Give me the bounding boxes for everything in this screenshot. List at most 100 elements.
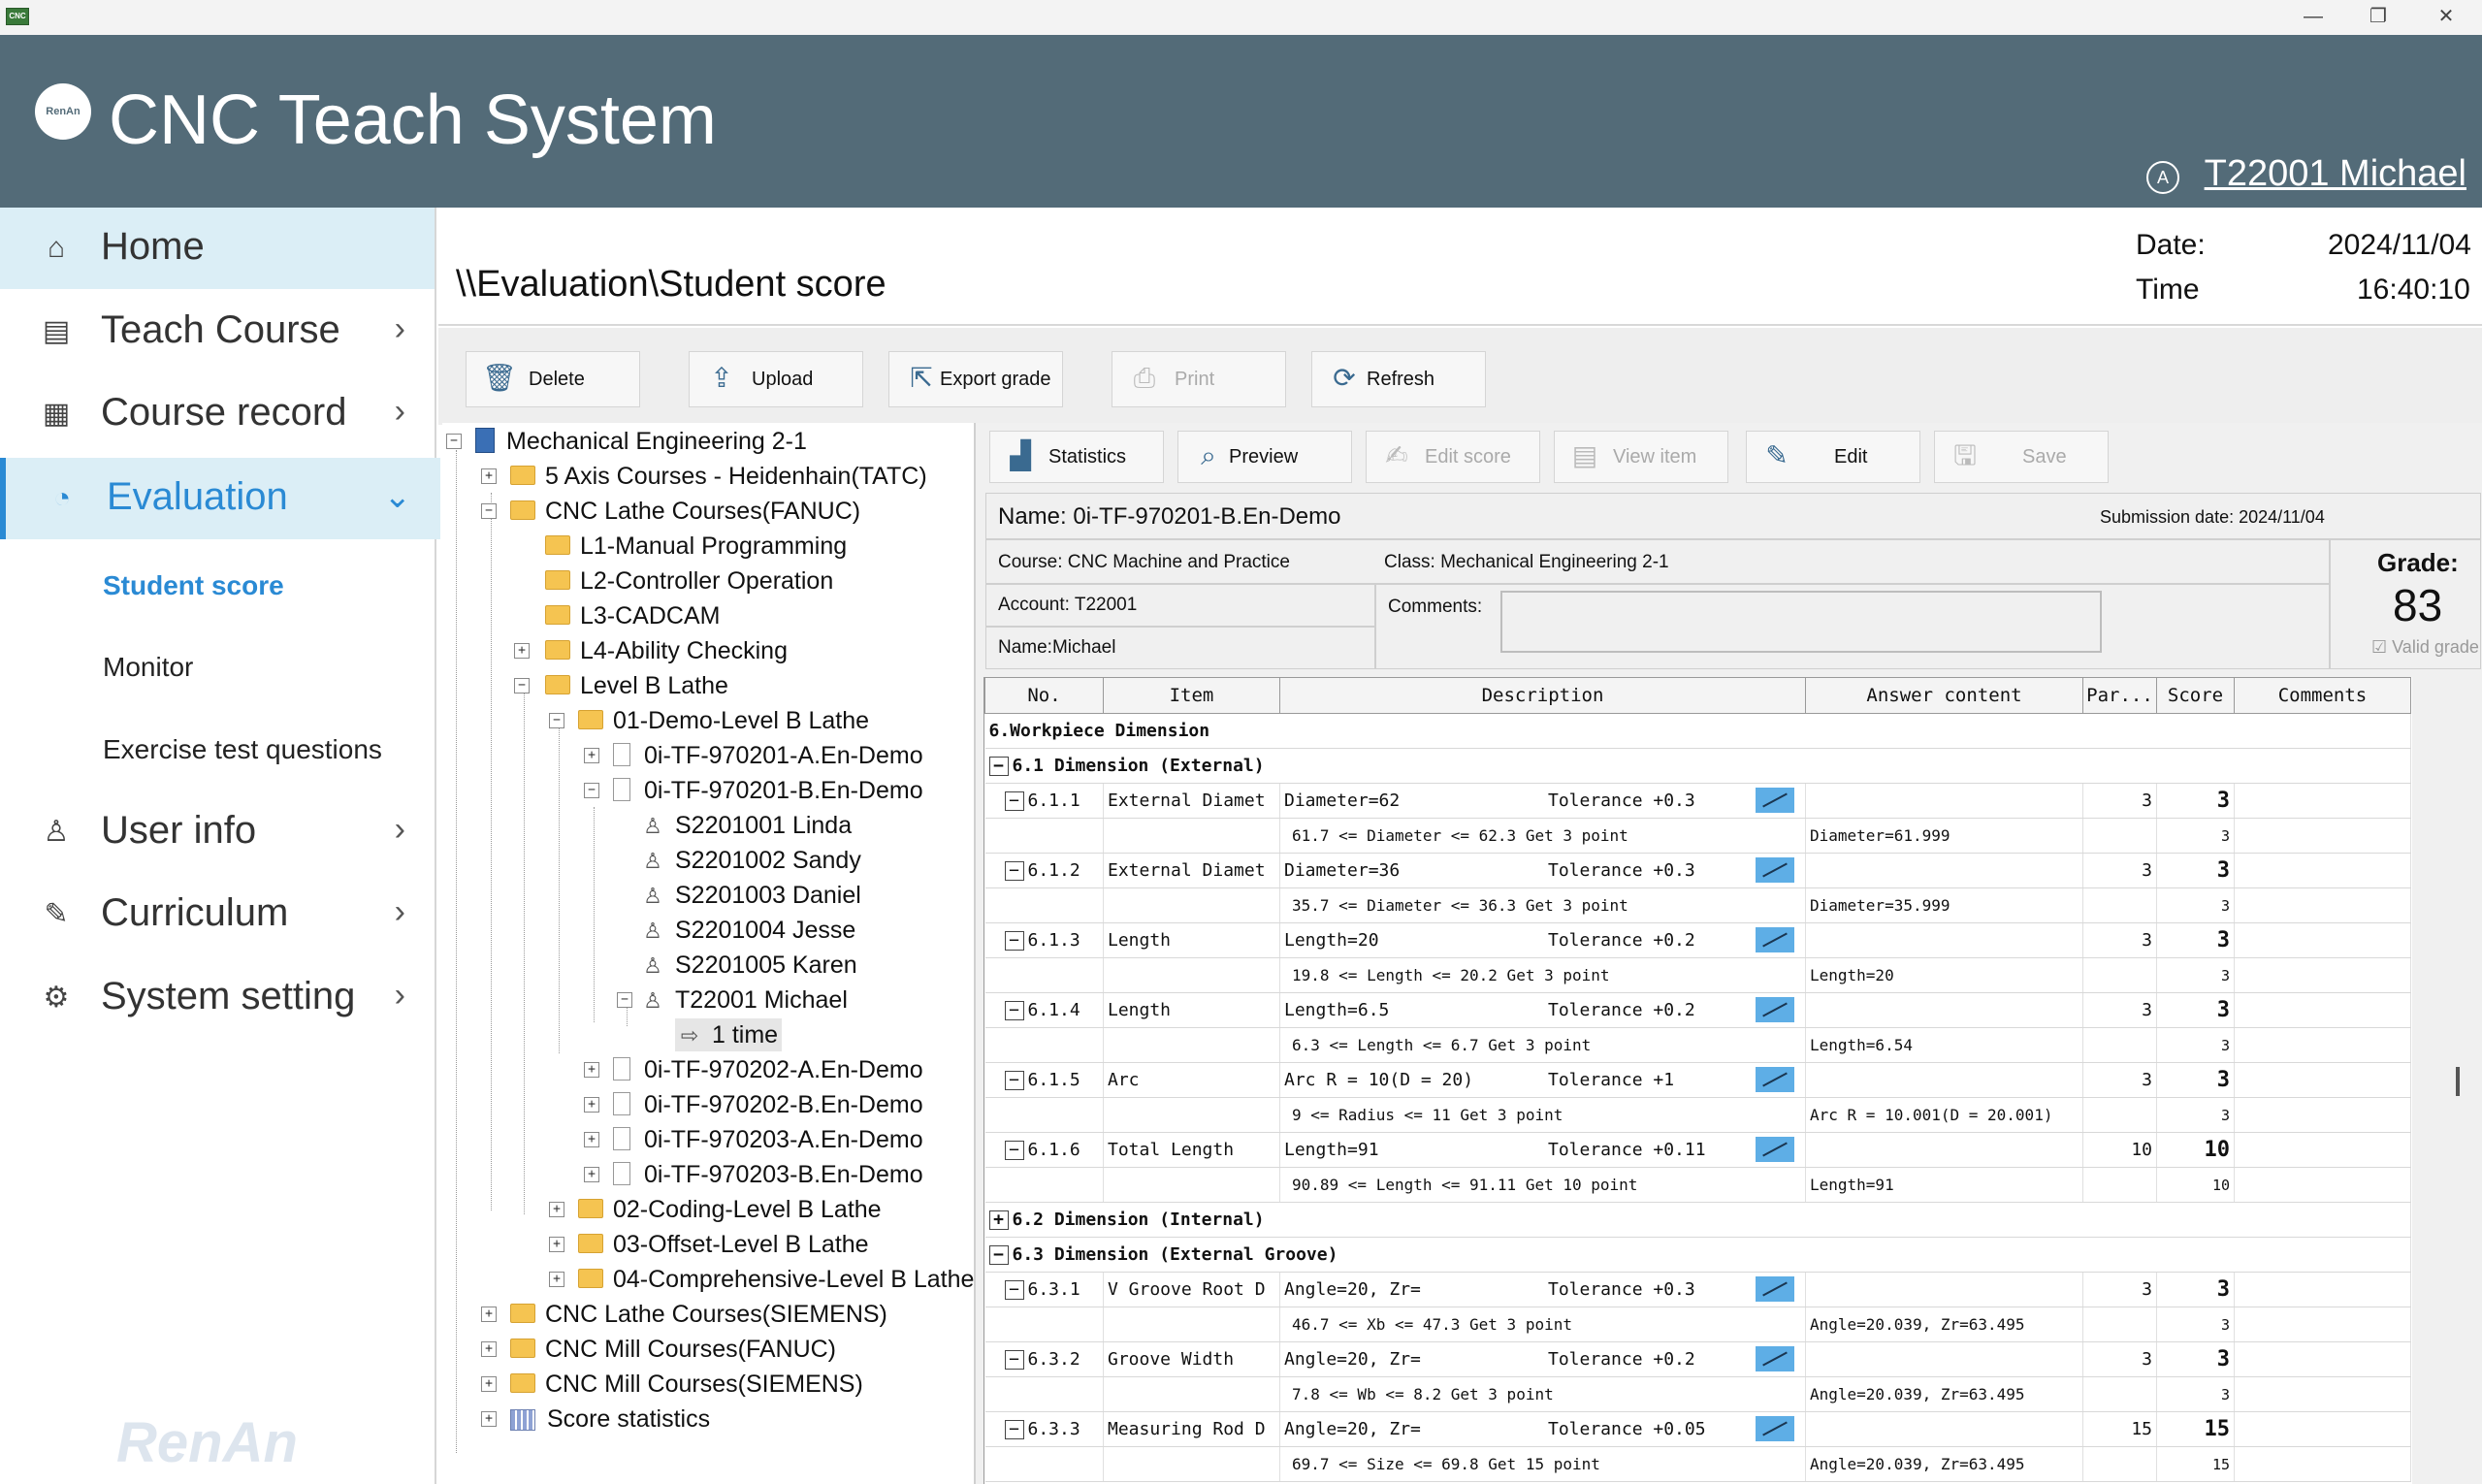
tree-node[interactable]: +04-Comprehensive-Level B Lathe [549,1263,974,1296]
edit-button[interactable]: ✎ Edit [1746,431,1920,483]
tree-node[interactable]: L1-Manual Programming [545,530,847,563]
expand-icon[interactable]: + [514,643,530,659]
refresh-button[interactable]: ⟳ Refresh [1311,351,1486,407]
table-subrow[interactable]: 46.7 <= Xb <= 47.3 Get 3 point Angle=20.0… [984,1307,2411,1342]
dimension-diagram-icon[interactable] [1756,927,1794,952]
table-subrow[interactable]: 61.7 <= Diameter <= 62.3 Get 3 point Diam… [984,818,2411,854]
expand-icon[interactable]: + [584,1167,599,1182]
expand-icon[interactable]: + [481,1411,497,1427]
tree-node-student[interactable]: ♙ S2201001 Linda [642,809,852,842]
tree-node[interactable]: − CNC Lathe Courses(FANUC) [481,495,860,528]
row-score[interactable]: 3 [2156,992,2235,1028]
expand-icon[interactable]: + [549,1237,564,1252]
tree-node[interactable]: + CNC Mill Courses(FANUC) [481,1333,836,1366]
dimension-diagram-icon[interactable] [1756,1137,1794,1162]
row-comments[interactable] [2234,1341,2411,1377]
tree-node[interactable]: L2-Controller Operation [545,565,833,597]
table-row[interactable]: −6.1.3 Length Length=20 Tolerance +0.2 3 3 [984,922,2411,958]
tree-node[interactable]: − 01-Demo-Level B Lathe [549,704,869,737]
sidebar-item-curriculum[interactable]: ✎ Curriculum › [0,874,435,955]
close-button[interactable]: ✕ [2417,0,2475,35]
tree-node[interactable]: + L4-Ability Checking [514,634,788,667]
tree-node[interactable]: +0i-TF-970203-A.En-Demo [584,1123,923,1156]
tree-node[interactable]: L3-CADCAM [545,599,720,632]
sidebar-subitem-exercise-test-questions[interactable]: Exercise test questions [103,734,382,765]
row-comments[interactable] [2234,1062,2411,1098]
tree-node[interactable]: − 0i-TF-970201-B.En-Demo [584,774,923,807]
row-score[interactable]: 3 [2156,922,2235,958]
collapse-icon[interactable]: − [1004,1141,1024,1160]
row-score[interactable]: 3 [2156,853,2235,888]
valid-grade-checkbox[interactable]: ☑ Valid grade [2371,637,2479,658]
column-header-no[interactable]: No. [984,677,1104,714]
table-subrow[interactable]: 35.7 <= Diameter <= 36.3 Get 3 point Diam… [984,887,2411,923]
expand-icon[interactable]: + [988,1210,1009,1230]
sidebar-item-user-info[interactable]: ♙ User info › [0,791,435,873]
save-button[interactable]: 🖫 Save [1934,431,2109,483]
sidebar-item-home[interactable]: ⌂ Home [0,208,435,289]
collapse-icon[interactable]: − [617,992,632,1008]
minimize-button[interactable]: — [2284,0,2342,35]
restore-button[interactable]: ❐ [2349,0,2407,35]
tree-node[interactable]: + Score statistics [481,1403,710,1436]
section-row[interactable]: +6.2 Dimension (Internal) [984,1202,2411,1238]
collapse-icon[interactable]: − [1004,1280,1024,1300]
table-row[interactable]: −6.3.2 Groove Width Angle=20, Zr= Tolerance… [984,1341,2411,1377]
collapse-icon[interactable]: − [481,503,497,519]
tree-node[interactable]: + CNC Mill Courses(SIEMENS) [481,1368,863,1401]
table-subrow[interactable]: 7.8 <= Wb <= 8.2 Get 3 point Angle=20.039… [984,1376,2411,1412]
expand-icon[interactable]: + [549,1202,564,1217]
row-comments[interactable] [2234,992,2411,1028]
tree-node-root[interactable]: − Mechanical Engineering 2-1 [446,425,807,458]
delete-button[interactable]: 🗑 Delete [466,351,640,407]
table-row[interactable]: −6.1.1 External Diamet Diameter=62 Toleranc… [984,783,2411,819]
dimension-diagram-icon[interactable] [1756,1276,1794,1302]
table-subrow[interactable]: 69.7 <= Size <= 69.8 Get 15 point Angle=2… [984,1446,2411,1482]
collapse-icon[interactable]: − [1004,1420,1024,1439]
collapse-icon[interactable]: − [584,783,599,798]
table-row[interactable]: −6.1.5 Arc Arc R = 10(D = 20) Tolerance +1 3… [984,1062,2411,1098]
tree-node-attempt[interactable]: ⇨ 1 time [675,1018,783,1051]
tree-node-student[interactable]: ♙ S2201003 Daniel [642,879,861,912]
column-header-answer[interactable]: Answer content [1805,677,2083,714]
collapse-icon[interactable]: − [1004,931,1024,951]
column-header-comments[interactable]: Comments [2234,677,2411,714]
tree-node[interactable]: +0i-TF-970202-B.En-Demo [584,1088,923,1121]
tree-node[interactable]: +03-Offset-Level B Lathe [549,1228,869,1261]
row-comments[interactable] [2234,1132,2411,1168]
row-score[interactable]: 10 [2156,1132,2235,1168]
collapse-icon[interactable]: − [988,1245,1009,1265]
statistics-button[interactable]: ▟ Statistics [989,431,1164,483]
sidebar-item-teach-course[interactable]: ▤ Teach Course › [0,291,435,372]
collapse-icon[interactable]: − [549,713,564,728]
collapse-icon[interactable]: − [1004,791,1024,811]
preview-button[interactable]: ⌕ Preview [1177,431,1352,483]
table-row[interactable]: −6.3.3 Measuring Rod D Angle=20, Zr= Tolera… [984,1411,2411,1447]
dimension-diagram-icon[interactable] [1756,1416,1794,1441]
edit-score-button[interactable]: ✍ Edit score [1366,431,1540,483]
sidebar-item-system-setting[interactable]: ⚙ System setting › [0,957,435,1039]
row-comments[interactable] [2234,922,2411,958]
table-subrow[interactable]: 9 <= Radius <= 11 Get 3 point Arc R = 10.… [984,1097,2411,1133]
expand-icon[interactable]: + [481,1376,497,1392]
row-score[interactable]: 3 [2156,1341,2235,1377]
upload-button[interactable]: ⇪ Upload [689,351,863,407]
sidebar-item-course-record[interactable]: ▦ Course record › [0,373,435,455]
section-row[interactable]: −6.1 Dimension (External) [984,748,2411,784]
table-subrow[interactable]: 90.89 <= Length <= 91.11 Get 10 point Len… [984,1167,2411,1203]
collapse-icon[interactable]: − [1004,1071,1024,1090]
tree-node[interactable]: − Level B Lathe [514,669,728,702]
collapse-icon[interactable]: − [1004,1350,1024,1370]
row-score[interactable]: 3 [2156,1062,2235,1098]
expand-icon[interactable]: + [549,1272,564,1287]
dimension-diagram-icon[interactable] [1756,1067,1794,1092]
row-score[interactable]: 15 [2156,1411,2235,1447]
tree-node-student[interactable]: ♙ S2201005 Karen [642,949,857,982]
sidebar-subitem-monitor[interactable]: Monitor [103,652,193,683]
dimension-diagram-icon[interactable] [1756,857,1794,883]
export-grade-button[interactable]: ⇱ Export grade [888,351,1063,407]
expand-icon[interactable]: + [481,1341,497,1357]
tree-node-student[interactable]: ♙ S2201002 Sandy [642,844,861,877]
row-score[interactable]: 3 [2156,783,2235,819]
table-subrow[interactable]: 6.3 <= Length <= 6.7 Get 3 point Length=6… [984,1027,2411,1063]
